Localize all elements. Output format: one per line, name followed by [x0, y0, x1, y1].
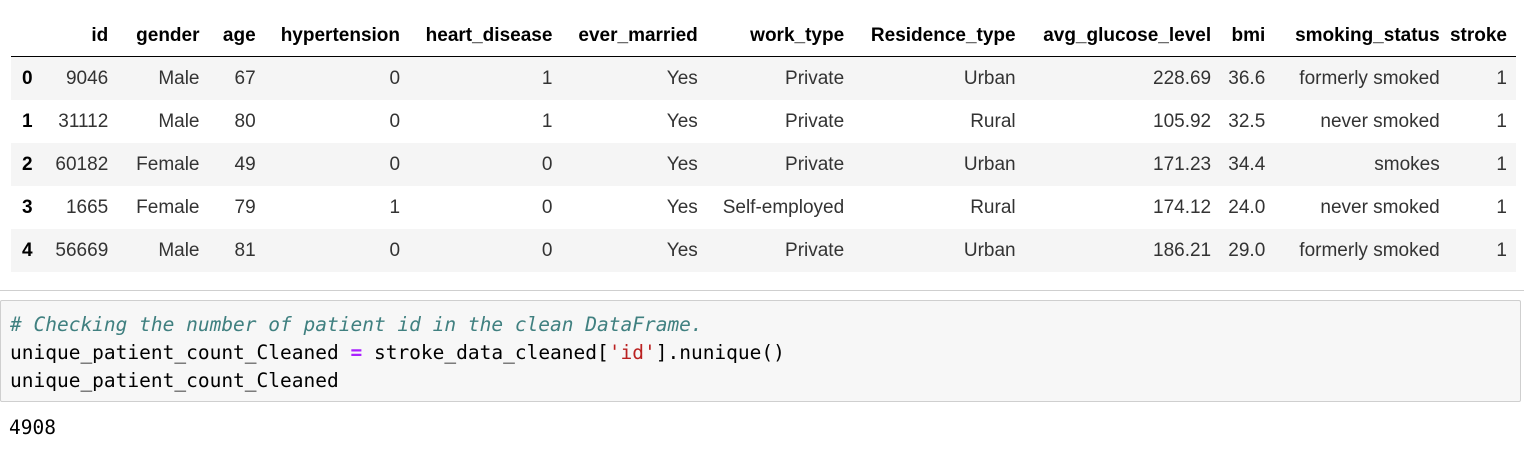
dataframe-table: id gender age hypertension heart_disease ever…: [11, 16, 1516, 272]
code-string: 'id': [608, 341, 656, 364]
table-cell: formerly smoked: [1299, 239, 1440, 261]
table-row: 3 1665 Female 79 1 0 Yes Self-employed Rural 174.…: [11, 186, 1516, 229]
table-cell: Male: [158, 110, 200, 132]
column-header: gender: [117, 16, 209, 57]
table-cell: 79: [234, 196, 256, 218]
table-cell: 81: [234, 239, 256, 261]
table-row: 2 60182 Female 49 0 0 Yes Private Urban 171.23 34.…: [11, 143, 1516, 186]
cell-output-value: 4908: [9, 416, 56, 439]
code-variable: unique_patient_count_Cleaned: [10, 341, 351, 364]
table-cell: smokes: [1374, 153, 1440, 175]
table-cell: 9046: [65, 67, 109, 89]
column-header: age: [208, 16, 265, 57]
table-cell: 228.69: [1153, 67, 1212, 89]
table-cell: Yes: [666, 239, 698, 261]
code-output-variable: unique_patient_count_Cleaned: [10, 369, 339, 392]
table-cell: Rural: [970, 110, 1016, 132]
table-cell: Private: [785, 110, 845, 132]
index-header: [11, 16, 52, 57]
column-header: hypertension: [264, 16, 410, 57]
row-index: 1: [22, 110, 33, 132]
dataframe-output: id gender age hypertension heart_disease ever…: [11, 16, 1516, 272]
column-header: avg_glucose_level: [1024, 16, 1221, 57]
table-cell: 34.4: [1228, 153, 1266, 175]
table-cell: 80: [234, 110, 256, 132]
table-cell: Private: [785, 239, 845, 261]
table-cell: Rural: [970, 196, 1016, 218]
table-cell: 32.5: [1228, 110, 1266, 132]
table-cell: 1: [1496, 110, 1507, 132]
column-header: id: [51, 16, 118, 57]
table-cell: Urban: [963, 239, 1016, 261]
code-comment: # Checking the number of patient id in t…: [10, 313, 703, 336]
table-cell: Urban: [963, 67, 1016, 89]
table-cell: 1665: [65, 196, 109, 218]
code-cell-input[interactable]: # Checking the number of patient id in t…: [0, 300, 1521, 402]
table-cell: 0: [541, 196, 553, 218]
table-cell: 31112: [58, 110, 109, 132]
table-cell: 174.12: [1153, 196, 1212, 218]
table-cell: 24.0: [1228, 196, 1266, 218]
table-cell: 171.23: [1153, 153, 1212, 175]
table-cell: 60182: [55, 153, 109, 175]
column-header: ever_married: [561, 16, 707, 57]
table-cell: Female: [136, 196, 200, 218]
table-cell: 0: [389, 153, 401, 175]
column-header: heart_disease: [409, 16, 562, 57]
code-operator: =: [350, 341, 363, 364]
table-row: 0 9046 Male 67 0 1 Yes Private Urban 228.69 36.6 fo…: [11, 56, 1516, 100]
table-cell: Private: [785, 153, 845, 175]
table-cell: Yes: [666, 153, 698, 175]
column-header: stroke: [1448, 16, 1516, 57]
table-cell: Urban: [963, 153, 1016, 175]
table-cell: Yes: [666, 196, 698, 218]
code-expression: stroke_data_cleaned[: [362, 341, 609, 364]
table-cell: 1: [541, 110, 553, 132]
row-index: 3: [22, 196, 33, 218]
column-header: work_type: [706, 16, 854, 57]
table-cell: Male: [158, 239, 200, 261]
column-header: bmi: [1220, 16, 1275, 57]
table-cell: 67: [234, 67, 256, 89]
table-cell: 36.6: [1228, 67, 1266, 89]
table-header-row: id gender age hypertension heart_disease ever…: [11, 16, 1516, 57]
table-cell: Yes: [666, 67, 698, 89]
table-cell: 49: [234, 153, 256, 175]
table-cell: 1: [1496, 67, 1507, 89]
table-cell: 29.0: [1228, 239, 1266, 261]
table-cell: Female: [136, 153, 200, 175]
table-cell: formerly smoked: [1299, 67, 1440, 89]
row-index: 4: [22, 239, 33, 261]
table-cell: 0: [541, 239, 553, 261]
table-cell: 105.92: [1153, 110, 1212, 132]
code-method-call: ].nunique(): [655, 341, 785, 364]
table-cell: Private: [785, 67, 845, 89]
table-cell: never smoked: [1320, 196, 1440, 218]
column-header: smoking_status: [1274, 16, 1449, 57]
table-cell: 0: [389, 110, 401, 132]
table-cell: 1: [1496, 153, 1507, 175]
table-body: 0 9046 Male 67 0 1 Yes Private Urban 228.69 36.6 fo…: [11, 56, 1516, 272]
column-header: Residence_type: [853, 16, 1025, 57]
table-cell: 56669: [55, 239, 109, 261]
table-cell: 0: [541, 153, 553, 175]
table-cell: 0: [389, 67, 401, 89]
table-cell: Self-employed: [722, 196, 845, 218]
table-cell: 186.21: [1153, 239, 1212, 261]
table-cell: never smoked: [1320, 110, 1440, 132]
table-cell: 1: [389, 196, 401, 218]
table-row: 4 56669 Male 81 0 0 Yes Private Urban 186.21 29.0 f…: [11, 229, 1516, 272]
table-cell: Male: [158, 67, 200, 89]
table-cell: 0: [389, 239, 401, 261]
table-cell: 1: [1496, 239, 1507, 261]
table-row: 1 31112 Male 80 0 1 Yes Private Rural 105.92 32.5 n…: [11, 100, 1516, 143]
table-cell: Yes: [666, 110, 698, 132]
row-index: 0: [22, 67, 33, 89]
table-cell: 1: [1496, 196, 1507, 218]
row-index: 2: [22, 153, 33, 175]
table-cell: 1: [541, 67, 553, 89]
cell-divider: [0, 290, 1524, 291]
